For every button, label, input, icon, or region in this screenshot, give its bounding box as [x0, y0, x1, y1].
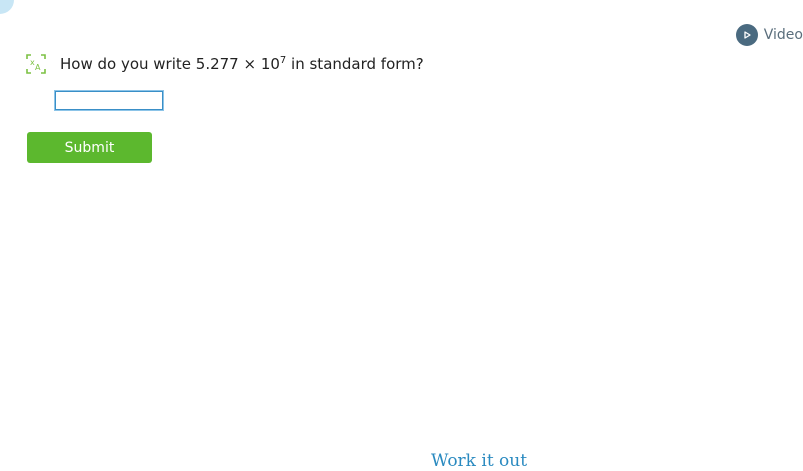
answer-input[interactable] [55, 91, 163, 110]
question-text: How do you write 5.277 × 107 in standard… [60, 55, 424, 73]
question-suffix: in standard form? [286, 55, 424, 73]
question-page: Video x A How do you write 5.277 × 107 i… [0, 0, 803, 471]
translate-icon[interactable]: x A [24, 52, 48, 76]
play-circle-icon [735, 24, 758, 46]
video-label: Video [763, 27, 803, 43]
submit-button[interactable]: Submit [27, 132, 152, 163]
question-prefix: How do you write 5.277 × 10 [60, 55, 280, 73]
corner-decoration [0, 0, 14, 14]
video-link[interactable]: Video [735, 24, 803, 46]
question: x A How do you write 5.277 × 107 in stan… [24, 52, 424, 76]
svg-text:A: A [35, 63, 41, 72]
work-it-out-link[interactable]: Work it out [431, 451, 527, 471]
